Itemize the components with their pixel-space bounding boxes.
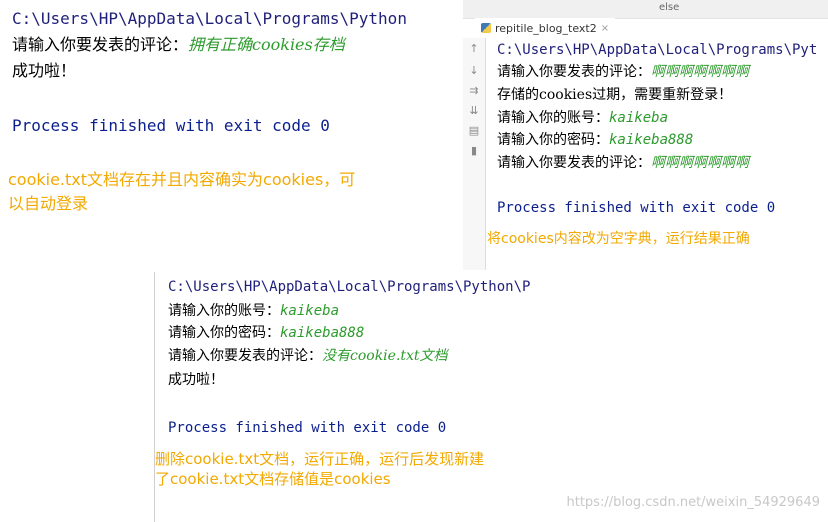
code-hint: else [659,2,680,13]
watermark: https://blog.csdn.net/weixin_54929649 [566,495,820,510]
process-finished-text: Process finished with exit code 0 [12,116,330,135]
console-line: 请输入你的账号：kaikeba [168,303,340,319]
console-line: 请输入你的账号：kaikeba [497,110,669,126]
annotation-note: 了cookie.txt文档存储值是cookies [155,470,391,488]
console-panel-1: C:\Users\HP\AppData\Local\Programs\Pytho… [0,0,460,230]
annotation-note: 以自动登录 [8,194,89,213]
print-icon[interactable]: ▤ [467,124,481,138]
console-line: 存储的cookies过期，需要重新登录！ [497,87,733,103]
editor-top-bar: else [463,0,828,19]
prompt-value: 拥有正确cookies存档 [188,35,345,54]
arrow-up-icon[interactable]: ↑ [467,42,481,56]
console-line: 请输入你要发表的评论：啊啊啊啊啊啊啊 [497,64,749,80]
process-finished-text: Process finished with exit code 0 [168,420,447,436]
arrow-down-icon[interactable]: ↓ [467,64,481,78]
close-icon[interactable]: × [601,23,609,34]
annotation-note: 将cookies内容改为空字典，运行结果正确 [487,231,750,247]
process-finished-text: Process finished with exit code 0 [497,200,776,216]
console-line: 请输入你要发表的评论：拥有正确cookies存档 [12,37,345,53]
prompt-label: 请输入你要发表的评论： [12,35,189,54]
wrap-icon[interactable]: ⇉ [467,84,481,98]
scroll-end-icon[interactable]: ⇊ [467,104,481,118]
console-path: C:\Users\HP\AppData\Local\Programs\Pytho… [168,280,531,294]
console-path: C:\Users\HP\AppData\Local\Programs\Pytho… [12,9,407,28]
console-panel-2: else repitile_blog_text2 × ↑ ↓ ⇉ ⇊ ▤ ▮ C… [463,0,828,270]
console-path: C:\Users\HP\AppData\Local\Programs\Pyt [497,43,818,57]
tab-label: repitile_blog_text2 [495,21,597,35]
console-line: 请输入你的密码：kaikeba888 [168,325,365,341]
python-icon [481,23,491,33]
success-text: 成功啦！ [168,372,224,388]
success-text: 成功啦！ [12,61,77,80]
tab-run-config[interactable]: repitile_blog_text2 × [475,18,616,38]
console-line: 请输入你要发表的评论：没有cookie.txt文档 [168,348,448,364]
annotation-note: cookie.txt文档存在并且内容确实为cookies，可 [8,170,356,189]
annotation-note: 删除cookie.txt文档，运行正确，运行后发现新建 [155,450,485,468]
console-panel-3: C:\Users\HP\AppData\Local\Programs\Pytho… [154,272,565,522]
console-line: 请输入你要发表的评论：啊啊啊啊啊啊啊 [497,155,749,171]
trash-icon[interactable]: ▮ [467,144,481,158]
console-toolbar: ↑ ↓ ⇉ ⇊ ▤ ▮ [463,38,486,270]
console-line: 请输入你的密码：kaikeba888 [497,132,694,148]
